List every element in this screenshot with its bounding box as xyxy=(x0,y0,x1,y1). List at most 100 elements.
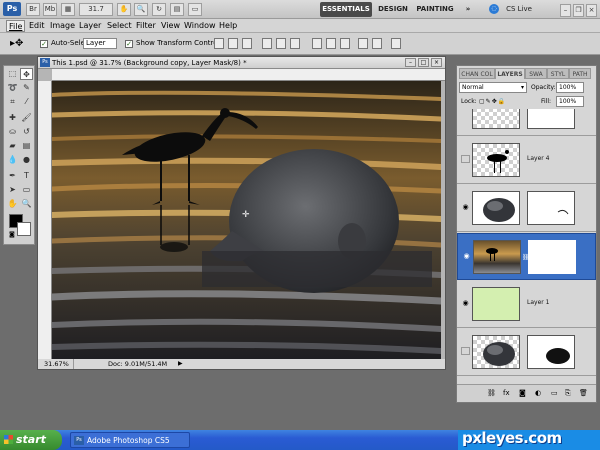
tab-swatches[interactable]: SWA xyxy=(525,68,547,79)
menu-filter[interactable]: Filter xyxy=(136,20,156,32)
align-hcenter-icon[interactable] xyxy=(276,38,286,49)
workspace-essentials[interactable]: ESSENTIALS xyxy=(320,2,372,17)
rotate-view-button[interactable]: ↻ xyxy=(152,3,166,16)
distribute-top-icon[interactable] xyxy=(312,38,322,49)
quick-mask-icon[interactable]: ◙ xyxy=(9,231,16,238)
eyedropper-tool-icon[interactable]: ⁄ xyxy=(20,96,33,108)
healing-brush-tool-icon[interactable]: ✚ xyxy=(6,112,19,124)
blur-tool-icon[interactable]: 💧 xyxy=(6,154,19,166)
doc-close-button[interactable]: × xyxy=(431,58,442,67)
quick-select-tool-icon[interactable]: ✎ xyxy=(20,82,33,94)
eye-icon[interactable]: ◉ xyxy=(461,203,470,211)
document-title-bar[interactable]: Ps This 1.psd @ 31.7% (Background copy, … xyxy=(38,57,445,69)
layer-row-selected[interactable]: ◉ ⛓ xyxy=(457,233,596,280)
align-vcenter-icon[interactable] xyxy=(228,38,238,49)
view-extras-button[interactable]: ▦ xyxy=(61,3,75,16)
status-arrow-icon[interactable]: ▶ xyxy=(178,359,183,369)
transform-controls-checkbox[interactable]: ✓ xyxy=(125,40,133,48)
background-color-swatch[interactable] xyxy=(17,222,31,236)
workspace-design[interactable]: DESIGN xyxy=(376,2,410,17)
marquee-tool-icon[interactable]: ⬚ xyxy=(6,68,19,80)
layer-row[interactable]: Layer 4 xyxy=(457,137,596,184)
distribute-left-icon[interactable] xyxy=(358,38,368,49)
bridge-button[interactable]: Br xyxy=(26,3,40,16)
opacity-field[interactable]: 100% xyxy=(556,82,584,93)
tab-styles[interactable]: STYL xyxy=(547,68,569,79)
layer-row[interactable]: ◉ Layer 1 xyxy=(457,281,596,328)
distribute-right-icon[interactable] xyxy=(372,38,382,49)
tab-paths[interactable]: PATH xyxy=(569,68,591,79)
align-right-icon[interactable] xyxy=(290,38,300,49)
eye-icon[interactable]: ◉ xyxy=(462,252,471,260)
doc-minimize-button[interactable]: – xyxy=(405,58,416,67)
auto-select-dropdown[interactable]: Layer xyxy=(83,38,117,49)
eye-icon[interactable]: ◉ xyxy=(461,299,470,307)
workspace-painting[interactable]: PAINTING xyxy=(415,2,455,17)
delete-layer-icon[interactable]: 🗑 xyxy=(579,389,588,397)
menu-select[interactable]: Select xyxy=(107,20,132,32)
close-button[interactable]: × xyxy=(586,4,597,17)
restore-button[interactable]: ❐ xyxy=(573,4,584,17)
align-top-icon[interactable] xyxy=(214,38,224,49)
zoom-icon-button[interactable]: 🔍 xyxy=(134,3,148,16)
tab-channels-color[interactable]: CHAN COL xyxy=(459,68,495,79)
move-tool-icon[interactable]: ✥ xyxy=(20,68,33,80)
path-selection-tool-icon[interactable]: ➤ xyxy=(6,184,19,196)
clone-stamp-tool-icon[interactable]: ⛀ xyxy=(6,126,19,138)
screen-mode-button[interactable]: ▭ xyxy=(188,3,202,16)
layer-row[interactable] xyxy=(457,329,596,376)
hand-icon-button[interactable]: ✋ xyxy=(117,3,131,16)
distribute-bottom-icon[interactable] xyxy=(340,38,350,49)
menu-layer[interactable]: Layer xyxy=(79,20,101,32)
tab-layers[interactable]: LAYERS xyxy=(495,68,525,79)
menu-edit[interactable]: Edit xyxy=(29,20,45,32)
shape-tool-icon[interactable]: ▭ xyxy=(20,184,33,196)
fill-field[interactable]: 100% xyxy=(556,96,584,107)
menu-image[interactable]: Image xyxy=(50,20,75,32)
crop-tool-icon[interactable]: ⌗ xyxy=(6,96,19,108)
image-canvas[interactable]: ✛ xyxy=(52,81,441,359)
horizontal-ruler[interactable] xyxy=(52,69,445,81)
vertical-ruler[interactable] xyxy=(38,81,52,359)
move-tool-preset-icon[interactable]: ▸✥ xyxy=(10,38,23,49)
hand-tool-icon[interactable]: ✋ xyxy=(6,198,19,210)
visibility-toggle[interactable] xyxy=(461,347,470,355)
type-tool-icon[interactable]: T xyxy=(20,170,33,182)
align-bottom-icon[interactable] xyxy=(242,38,252,49)
visibility-toggle[interactable] xyxy=(461,155,470,163)
gradient-tool-icon[interactable]: ▤ xyxy=(20,140,33,152)
eraser-tool-icon[interactable]: ▰ xyxy=(6,140,19,152)
add-mask-icon[interactable]: ◙ xyxy=(519,389,526,397)
history-brush-tool-icon[interactable]: ↺ xyxy=(20,126,33,138)
menu-window[interactable]: Window xyxy=(184,20,216,32)
start-button[interactable]: start xyxy=(0,430,62,450)
layer-row[interactable] xyxy=(457,109,596,136)
minimize-button[interactable]: – xyxy=(560,4,571,17)
menu-file[interactable]: File xyxy=(6,20,26,32)
new-group-icon[interactable]: ▭ xyxy=(551,389,558,397)
auto-select-checkbox[interactable]: ✓ xyxy=(40,40,48,48)
menu-help[interactable]: Help xyxy=(219,20,237,32)
layer-row[interactable]: ◉ xyxy=(457,185,596,232)
zoom-level-field[interactable]: 31.7 xyxy=(79,3,113,16)
link-layers-icon[interactable]: ⛓ xyxy=(487,389,496,397)
taskbar-item-photoshop[interactable]: Ps Adobe Photoshop CS5 xyxy=(70,432,190,448)
doc-maximize-button[interactable]: □ xyxy=(418,58,429,67)
lock-icons[interactable]: ▢✎✥🔒 xyxy=(479,98,506,105)
arrange-documents-button[interactable]: ▤ xyxy=(170,3,184,16)
pen-tool-icon[interactable]: ✒ xyxy=(6,170,19,182)
menu-view[interactable]: View xyxy=(161,20,180,32)
new-layer-icon[interactable]: ⎘ xyxy=(565,389,571,398)
zoom-tool-icon[interactable]: 🔍 xyxy=(20,198,33,210)
blend-mode-dropdown[interactable]: Normal ▾ xyxy=(459,82,527,93)
cs-live-button[interactable]: CS Live xyxy=(501,2,537,17)
auto-align-icon[interactable] xyxy=(391,38,401,49)
align-left-icon[interactable] xyxy=(262,38,272,49)
adjustment-layer-icon[interactable]: ◐ xyxy=(535,389,541,397)
lasso-tool-icon[interactable]: ➰ xyxy=(6,82,19,94)
layer-style-icon[interactable]: fx xyxy=(503,389,510,397)
dodge-tool-icon[interactable]: ● xyxy=(20,154,33,166)
brush-tool-icon[interactable]: 🖌 xyxy=(20,112,33,124)
more-workspaces-button[interactable]: » xyxy=(462,2,474,17)
distribute-vcenter-icon[interactable] xyxy=(326,38,336,49)
